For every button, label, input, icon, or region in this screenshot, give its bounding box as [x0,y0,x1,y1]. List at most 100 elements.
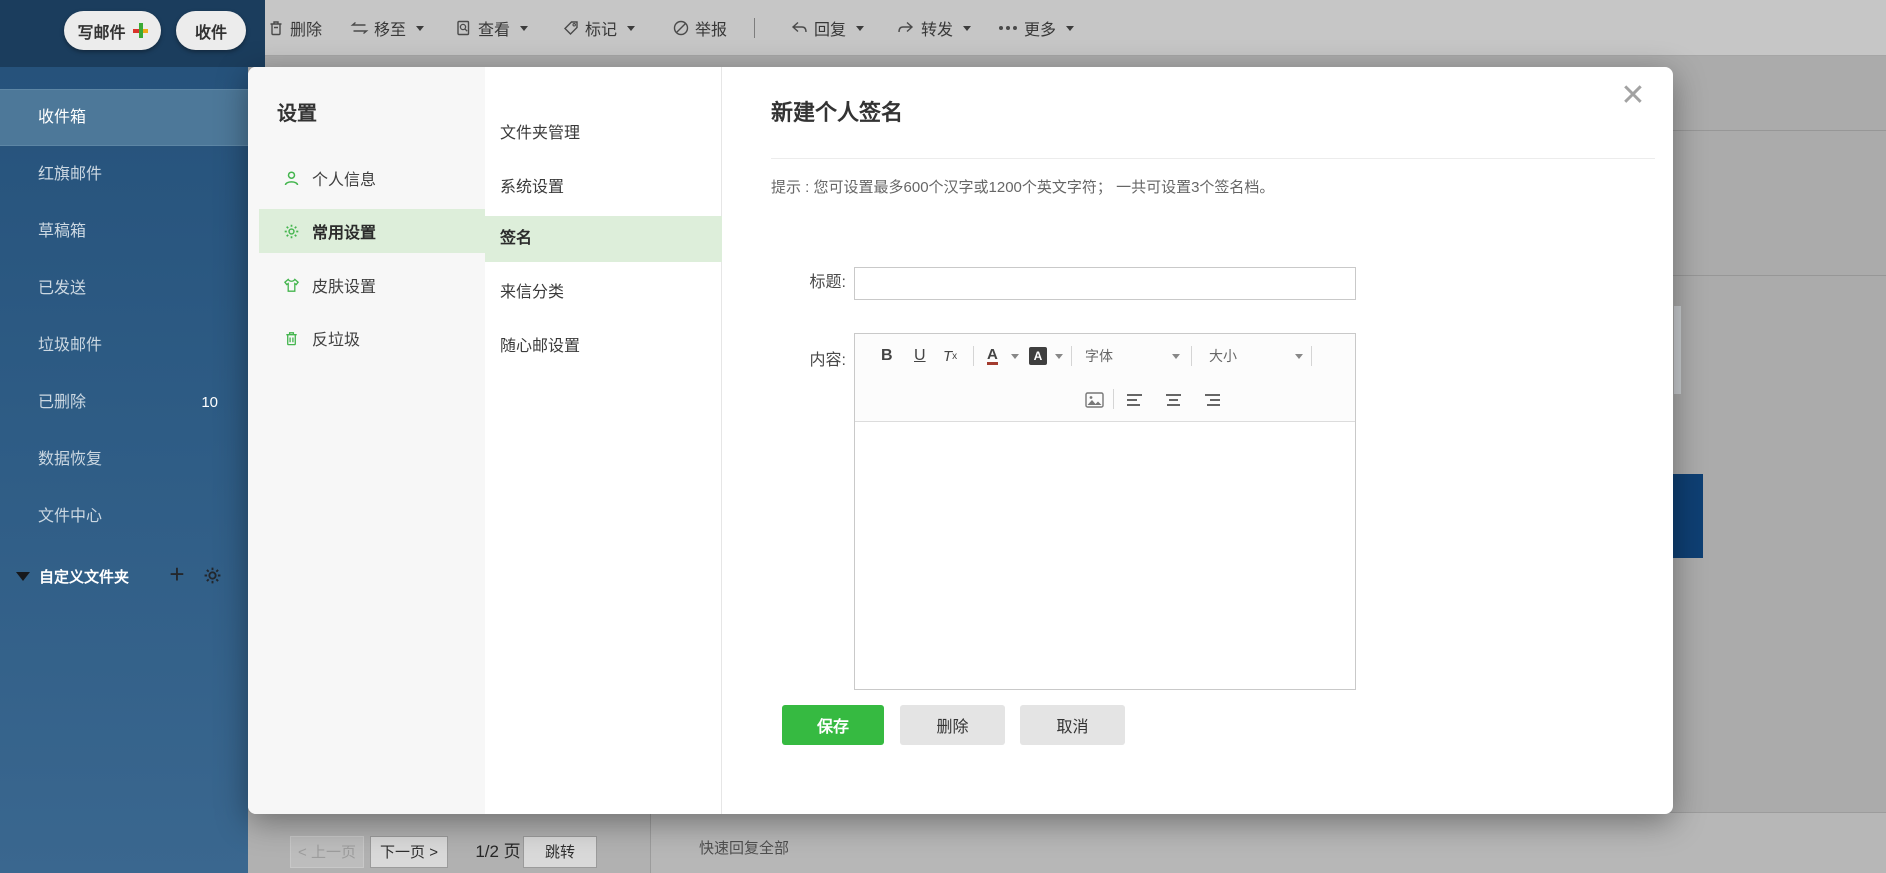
mail-app-screen: < 上一页 下一页 > 1/2 页 跳转 快速回复全部 写邮件 收件 删除 移至… [0,0,1886,873]
deleted-count-badge: 10 [201,394,218,411]
text-color-icon: A [987,346,998,365]
editor-separator [1191,346,1192,366]
subnav-signature[interactable]: 签名 [485,216,722,262]
scrollbar-fragment [1674,306,1681,394]
deleted-label: 已删除 [38,394,87,411]
more-button[interactable]: 更多 [999,13,1075,43]
trash-icon [286,331,297,345]
forward-label: 转发 [921,22,954,39]
font-size-select[interactable]: 大小 [1209,334,1237,378]
sidebar-item-sent[interactable]: 已发送 [0,260,248,317]
chevron-down-icon [416,25,425,31]
close-modal-button[interactable]: ✕ [1617,81,1649,113]
mail-list-footer: < 上一页 下一页 > 1/2 页 跳转 快速回复全部 [248,812,1886,873]
reply-button[interactable]: 回复 [789,13,865,43]
nav-skin-settings[interactable]: 皮肤设置 [259,263,485,307]
delete-signature-button[interactable]: 删除 [900,705,1005,745]
move-to-button[interactable]: 移至 [350,13,425,43]
align-right-button[interactable] [1205,378,1220,422]
font-family-select[interactable]: 字体 [1085,334,1113,378]
trash-icon [270,21,282,36]
move-label: 移至 [374,22,407,39]
sidebar-item-file-center[interactable]: 文件中心 [0,488,248,545]
align-center-icon [1166,393,1181,408]
custom-folders-label[interactable]: 自定义文件夹 [39,566,129,587]
bg-color-dropdown[interactable] [1055,334,1063,378]
subnav-incoming-classification[interactable]: 来信分类 [485,270,722,316]
mark-button[interactable]: 标记 [562,13,636,43]
clear-format-button[interactable]: Tx [943,334,957,378]
settings-subnav-column: 文件夹管理 系统设置 签名 来信分类 随心邮设置 [485,67,722,814]
font-family-caret[interactable] [1172,334,1180,378]
delete-button[interactable]: 删除 [267,13,322,43]
chevron-down-icon [1011,353,1019,359]
receive-mail-button[interactable]: 收件 [176,11,246,50]
forward-button[interactable]: 转发 [896,13,972,43]
align-left-button[interactable] [1127,378,1142,422]
cancel-button[interactable]: 取消 [1020,705,1125,745]
compose-button[interactable]: 写邮件 [64,11,161,50]
header-divider [771,158,1655,159]
chevron-down-icon [1295,353,1303,359]
gear-icon [284,224,299,238]
signature-content-editor[interactable] [855,422,1355,689]
title-field-label: 标题: [809,274,846,291]
chevron-down-icon [856,25,865,31]
nav-anti-spam[interactable]: 反垃圾 [259,316,485,360]
manage-folders-gear-icon[interactable] [203,566,222,590]
more-label: 更多 [1024,22,1057,39]
signature-tip-text: 提示 : 您可设置最多600个汉字或1200个英文字符； 一共可设置3个签名档。 [771,179,1275,196]
sidebar-item-spam[interactable]: 垃圾邮件 [0,317,248,374]
mark-label: 标记 [585,22,618,39]
insert-image-button[interactable] [1085,378,1104,422]
text-color-button[interactable]: A [987,334,998,378]
nav-personal-info[interactable]: 个人信息 [259,156,485,200]
signature-title-input[interactable] [854,267,1356,300]
compose-label: 写邮件 [77,24,126,42]
side-widget-fragment [1672,474,1703,558]
sidebar-item-flagged[interactable]: 红旗邮件 [0,146,248,203]
underline-button[interactable]: U [914,334,926,378]
save-button[interactable]: 保存 [782,705,884,745]
more-dots-icon [999,26,1017,30]
prev-page-button[interactable]: < 上一页 [290,836,364,868]
sidebar-item-deleted[interactable]: 已删除 10 [0,374,248,431]
add-folder-button[interactable]: + [166,561,188,587]
editor-toolbar: B U Tx A A 字体 大小 [855,334,1355,422]
clear-format-x: x [952,350,958,362]
plus-icon [132,23,148,38]
nav-common-settings-label: 常用设置 [312,225,377,242]
nav-common-settings[interactable]: 常用设置 [259,209,485,253]
bg-color-button[interactable]: A [1029,334,1047,378]
shirt-icon [283,277,300,292]
reply-label: 回复 [814,22,847,39]
collapse-triangle-icon[interactable] [16,571,30,581]
editor-separator [973,346,974,366]
editor-separator [1311,346,1312,366]
chevron-down-icon [963,25,972,31]
sidebar-item-inbox[interactable]: 收件箱 [0,89,248,146]
sidebar-item-drafts[interactable]: 草稿箱 [0,203,248,260]
chevron-down-icon [627,25,636,31]
bg-color-icon: A [1029,347,1047,365]
new-signature-title: 新建个人签名 [771,100,904,125]
image-icon [1085,392,1104,408]
sidebar-item-data-recovery[interactable]: 数据恢复 [0,431,248,488]
report-button[interactable]: 举报 [672,13,727,43]
view-button[interactable]: 查看 [455,13,529,43]
align-center-button[interactable] [1166,378,1181,422]
settings-modal: 设置 个人信息 常用设置 皮肤设置 反垃圾 文件夹管理 系统设置 签名 来信分类… [248,67,1673,814]
quick-reply-label[interactable]: 快速回复全部 [699,837,789,858]
subnav-folder-management[interactable]: 文件夹管理 [485,111,722,157]
bold-button[interactable]: B [881,334,893,378]
editor-separator [1071,346,1072,366]
subnav-suixin-mail[interactable]: 随心邮设置 [485,324,722,370]
receive-label: 收件 [194,24,227,42]
font-size-caret[interactable] [1295,334,1303,378]
subnav-system-settings[interactable]: 系统设置 [485,165,722,211]
text-color-dropdown[interactable] [1011,334,1019,378]
next-page-button[interactable]: 下一页 > [370,836,448,868]
jump-page-button[interactable]: 跳转 [523,836,597,868]
align-left-icon [1127,393,1142,408]
brand-header: 写邮件 收件 [0,0,265,67]
